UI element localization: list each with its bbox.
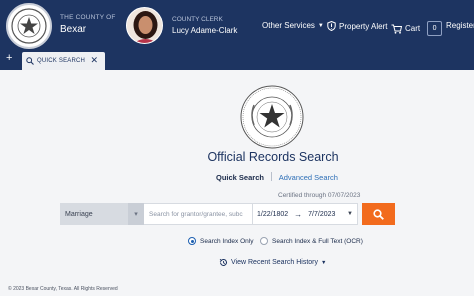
chevron-down-icon[interactable]: ▾ (128, 203, 144, 225)
other-services-label: Other Services (262, 21, 315, 30)
cart-icon (391, 24, 402, 34)
radio-full-text[interactable] (260, 237, 268, 245)
recent-search-history-toggle[interactable]: View Recent Search History ▼ (219, 258, 326, 267)
county-name: Bexar (60, 24, 87, 35)
property-alert-link[interactable]: Property Alert (327, 21, 387, 31)
advanced-search-link[interactable]: Advanced Search (279, 173, 338, 182)
radio-index-only[interactable] (188, 237, 196, 245)
date-to: 7/7/2023 (308, 210, 336, 218)
register-link[interactable]: Register (446, 21, 474, 30)
option-full-text[interactable]: Search Index & Full Text (OCR) (260, 237, 363, 245)
caret-down-icon: ▼ (317, 22, 324, 29)
date-range-picker[interactable]: 1/22/1802 → 7/7/2023 ▼ (252, 203, 358, 225)
date-from: 1/22/1802 (257, 210, 289, 218)
document-type-select[interactable]: Marriage ▾ (60, 203, 144, 225)
option-index-only-label: Search Index Only (200, 237, 254, 245)
other-services-menu[interactable]: Other Services ▼ (262, 21, 324, 30)
clerk-info: COUNTY CLERK Lucy Adame-Clark (172, 16, 237, 35)
property-alert-label: Property Alert (339, 21, 388, 31)
plus-icon[interactable]: + (6, 52, 12, 64)
footer-copyright: © 2023 Bexar County, Texas. All Rights R… (8, 286, 118, 292)
county-title: THE COUNTY OF Bexar (60, 14, 116, 35)
arrow-right-icon: → (294, 209, 303, 219)
close-icon[interactable]: ✕ (90, 55, 98, 66)
clerk-avatar (126, 7, 163, 44)
register-label: Register (446, 21, 474, 30)
search-button[interactable] (362, 203, 395, 225)
history-label: View Recent Search History (231, 259, 319, 266)
top-navigation-bar: THE COUNTY OF Bexar COUNTY CLERK Lucy Ad… (0, 0, 474, 52)
quick-search-link[interactable]: Quick Search (216, 173, 264, 182)
state-seal-logo (240, 85, 304, 149)
county-seal-logo[interactable] (6, 3, 52, 49)
page-title: Official Records Search (207, 150, 339, 164)
caret-down-icon: ▼ (321, 259, 327, 266)
cart-link[interactable]: Cart 0 (391, 21, 443, 36)
search-form: Marriage ▾ 1/22/1802 → 7/7/2023 ▼ (60, 203, 395, 225)
grantor-grantee-search-input[interactable] (144, 203, 252, 225)
county-prefix: THE COUNTY OF (60, 14, 116, 21)
clerk-title: COUNTY CLERK (172, 16, 223, 23)
search-icon (26, 57, 34, 65)
mode-divider (271, 172, 273, 181)
search-mode-switch: Quick Search Advanced Search (216, 172, 338, 182)
option-index-only[interactable]: Search Index Only (188, 237, 253, 245)
search-icon (373, 208, 384, 220)
cart-count-badge: 0 (427, 21, 443, 36)
option-full-text-label: Search Index & Full Text (OCR) (272, 237, 363, 245)
tab-quick-search[interactable]: QUICK SEARCH ✕ (22, 52, 105, 70)
tab-label: QUICK SEARCH (37, 58, 86, 64)
cart-label: Cart (405, 24, 421, 33)
certified-through-text: Certified through 07/07/2023 (278, 192, 361, 199)
caret-down-icon: ▼ (347, 211, 353, 217)
shield-icon (327, 21, 336, 31)
tab-bar: + QUICK SEARCH ✕ (0, 52, 474, 70)
history-icon (219, 258, 227, 266)
document-type-value: Marriage (65, 210, 93, 218)
clerk-name: Lucy Adame-Clark (172, 26, 238, 35)
